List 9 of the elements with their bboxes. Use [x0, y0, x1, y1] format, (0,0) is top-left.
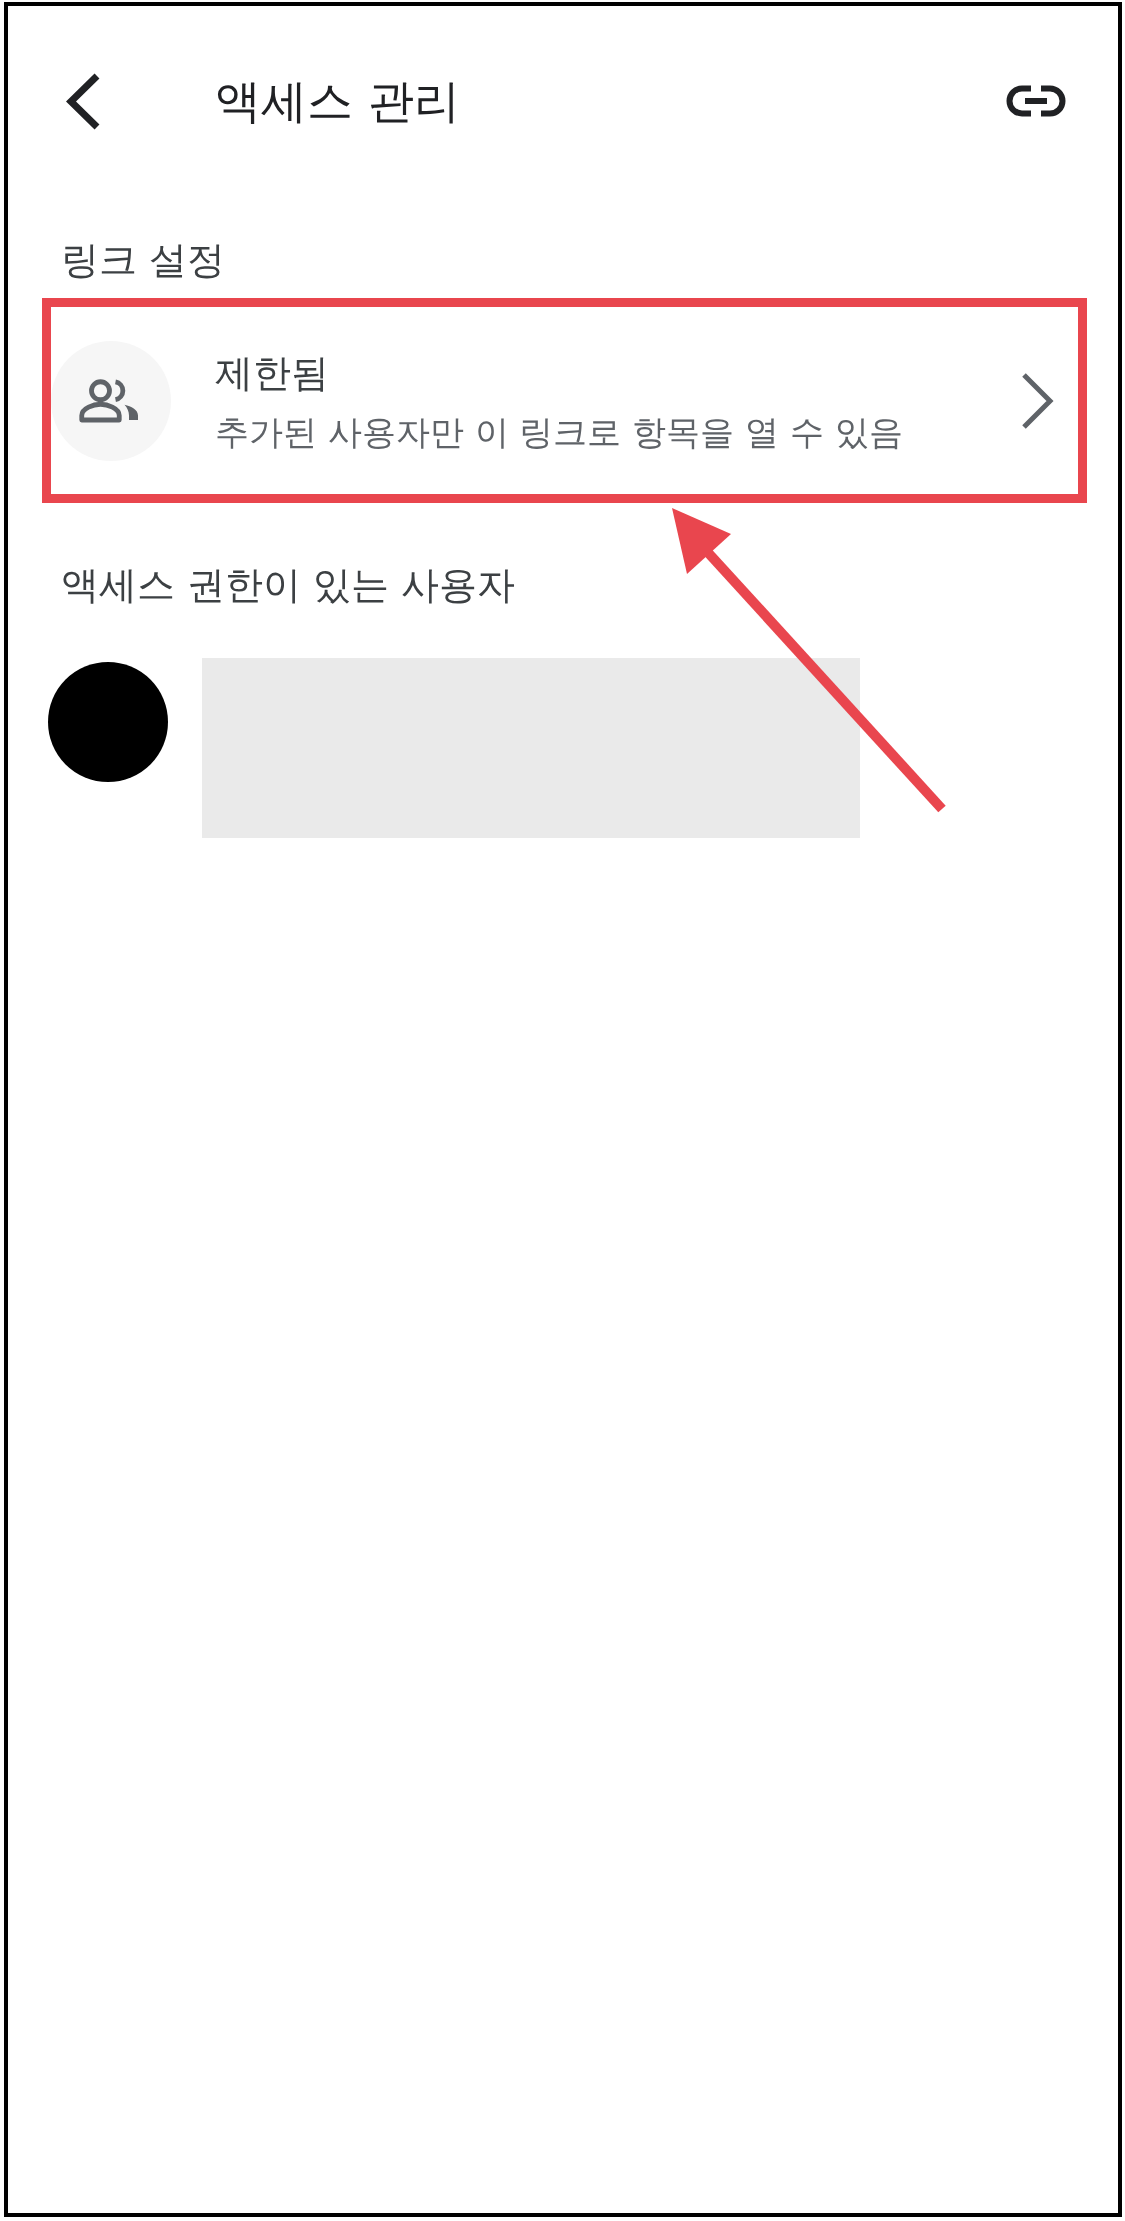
section-heading: 액세스 권한이 있는 사용자 — [60, 562, 516, 609]
section-heading: 링크 설정 — [60, 237, 226, 284]
chevron-left-icon — [65, 71, 101, 131]
link-access-option[interactable]: 제한됨 추가된 사용자만 이 링크로 항목을 열 수 있음 — [51, 307, 1078, 494]
copy-link-button[interactable] — [1006, 85, 1066, 117]
back-button[interactable] — [65, 71, 101, 131]
link-icon — [1006, 85, 1066, 117]
page-title: 액세스 관리 — [215, 73, 460, 130]
chevron-right-icon — [1020, 370, 1054, 431]
